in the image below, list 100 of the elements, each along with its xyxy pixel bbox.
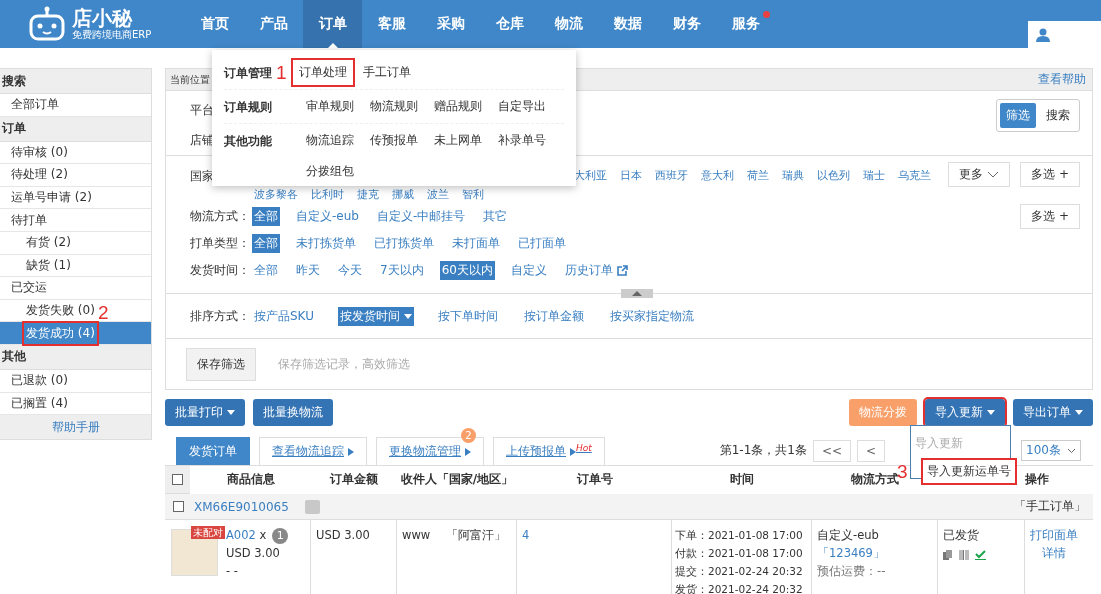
pagination-button[interactable]: << (812, 439, 852, 462)
nav-item[interactable]: 产品 (244, 0, 303, 48)
page-size-select[interactable]: 100条 (1021, 440, 1081, 461)
filter-option[interactable]: 已打拣货单 (372, 234, 436, 253)
menu-link[interactable]: 传预报单 (364, 128, 424, 153)
action-button[interactable]: 批量换物流 (253, 399, 333, 426)
pagination-button[interactable]: < (857, 439, 886, 462)
sort-option[interactable]: 按发货时间 (337, 306, 414, 326)
save-filter-button[interactable]: 保存筛选 (186, 347, 256, 381)
annotation-number: 3 (897, 462, 908, 481)
nav-item[interactable]: 仓库 (480, 0, 539, 48)
filter-option[interactable]: 昨天 (294, 261, 322, 280)
operation-link[interactable]: 打印面单 (1030, 528, 1078, 542)
country-option[interactable]: 乌克兰 (896, 167, 933, 184)
country-option[interactable]: 波多黎各 (252, 186, 300, 203)
filter-option[interactable]: 未打面单 (450, 234, 502, 253)
country-option[interactable]: 比利时 (309, 186, 346, 203)
more-button[interactable]: 更多 (948, 162, 1011, 187)
filter-option[interactable]: 今天 (336, 261, 364, 280)
nav-item[interactable]: 财务 (657, 0, 716, 48)
nav-item[interactable]: 采购 (421, 0, 480, 48)
menu-link[interactable]: 补录单号 (492, 128, 552, 153)
filter-option[interactable]: 全部 (252, 261, 280, 280)
menu-link[interactable]: 订单处理 (292, 60, 353, 85)
nav-item[interactable]: 订单 (303, 0, 362, 48)
action-button[interactable]: 批量打印 (165, 399, 245, 426)
checkbox[interactable] (173, 501, 184, 512)
order-source: 「手工订单」 (1014, 498, 1086, 515)
filter-option[interactable]: 7天以内 (378, 261, 426, 280)
action-button[interactable]: 导入更新 (925, 399, 1005, 426)
sidebar-item[interactable]: 待审核 (0) (0, 141, 151, 165)
sort-option[interactable]: 按产品SKU (252, 306, 316, 326)
filter-option[interactable]: 60天以内 (439, 261, 495, 280)
sidebar-item[interactable]: 运单号申请 (2) (0, 186, 151, 210)
country-option[interactable]: 荷兰 (745, 167, 771, 184)
filter-option[interactable]: 自定义-中邮挂号 (374, 207, 468, 226)
sidebar-item[interactable]: 全部订单 (0, 94, 151, 117)
sort-option[interactable]: 按下单时间 (435, 306, 500, 326)
order-number-link[interactable]: 4 (522, 528, 530, 542)
tab[interactable]: 发货订单 (176, 437, 250, 465)
tracking-number-link[interactable]: 「123469」 (817, 546, 885, 560)
column-header: 时间 (730, 471, 754, 488)
dropdown-item[interactable]: 导入更新运单号 (923, 460, 1015, 483)
tab[interactable]: 查看物流追踪 (259, 437, 367, 465)
country-option[interactable]: 捷克 (355, 186, 381, 203)
filter-option[interactable]: 自定义-eub (294, 207, 361, 226)
sku-link[interactable]: A002 (226, 528, 256, 542)
filter-option[interactable]: 全部 (252, 207, 280, 226)
country-option[interactable]: 西班牙 (653, 167, 690, 184)
menu-link[interactable]: 审单规则 (300, 94, 360, 119)
mode-toggle-option[interactable]: 筛选 (1000, 103, 1036, 128)
nav-item[interactable]: 客服 (362, 0, 421, 48)
operation-link[interactable]: 详情 (1042, 546, 1066, 560)
country-option[interactable]: 挪威 (390, 186, 416, 203)
annotation-number: 1 (276, 63, 287, 82)
sidebar-item[interactable]: 已退款 (0) (0, 369, 151, 393)
menu-link[interactable]: 手工订单 (356, 60, 417, 85)
order-id-link[interactable]: XM66E9010065 (194, 499, 289, 514)
nav-item[interactable]: 首页 (185, 0, 244, 48)
sidebar-item[interactable]: 待打单 (0, 209, 151, 232)
multi-select-button[interactable]: 多选 + (1020, 204, 1080, 229)
unmatched-tag: 未配对 (191, 526, 225, 539)
country-option[interactable]: 意大利 (699, 167, 736, 184)
multi-select-button[interactable]: 多选 + (1020, 162, 1080, 187)
country-option[interactable]: 智利 (460, 186, 486, 203)
menu-link[interactable]: 赠品规则 (428, 94, 488, 119)
filter-option[interactable]: 其它 (481, 207, 510, 226)
country-option[interactable]: 波兰 (425, 186, 451, 203)
nav-item[interactable]: 数据 (598, 0, 657, 48)
sort-option[interactable]: 按买家指定物流 (607, 306, 696, 326)
menu-link[interactable]: 未上网单 (428, 128, 488, 153)
filter-option[interactable]: 未打拣货单 (294, 234, 358, 253)
country-option[interactable]: 以色列 (815, 167, 852, 184)
filter-option[interactable]: 全部 (252, 234, 280, 253)
menu-link[interactable]: 自定导出 (492, 94, 552, 119)
sidebar-item[interactable]: 缺货 (1) (0, 254, 151, 278)
help-manual-link[interactable]: 帮助手册 (0, 415, 151, 440)
menu-link[interactable]: 物流追踪 (300, 128, 360, 153)
checkbox[interactable] (172, 474, 183, 485)
sidebar-item[interactable]: 发货成功 (4) (0, 322, 151, 345)
user-menu[interactable] (1028, 21, 1101, 48)
sidebar-item[interactable]: 待处理 (2) (0, 164, 151, 187)
menu-link[interactable]: 分拨组包 (300, 159, 360, 184)
filter-option[interactable]: 已打面单 (516, 234, 568, 253)
sidebar-section-title: 订单 (0, 116, 151, 142)
action-button[interactable]: 导出订单 (1013, 399, 1093, 426)
sidebar-item[interactable]: 已交运 (0, 277, 151, 300)
nav-item[interactable]: 物流 (539, 0, 598, 48)
collapse-handle[interactable] (621, 289, 653, 298)
sidebar-item[interactable]: 有货 (2) (0, 231, 151, 255)
filter-option[interactable]: 自定义 (508, 261, 549, 280)
menu-link[interactable]: 物流规则 (364, 94, 424, 119)
filter-option[interactable]: 历史订单 (562, 261, 630, 280)
help-link[interactable]: 查看帮助 (1038, 71, 1086, 88)
sort-option[interactable]: 按订单金额 (521, 306, 586, 326)
tab[interactable]: 上传预报单 Hot (493, 437, 605, 465)
country-option[interactable]: 日本 (618, 167, 644, 184)
nav-item[interactable]: 服务 (716, 0, 775, 48)
country-option[interactable]: 瑞典 (780, 167, 806, 184)
country-option[interactable]: 瑞士 (861, 167, 887, 184)
